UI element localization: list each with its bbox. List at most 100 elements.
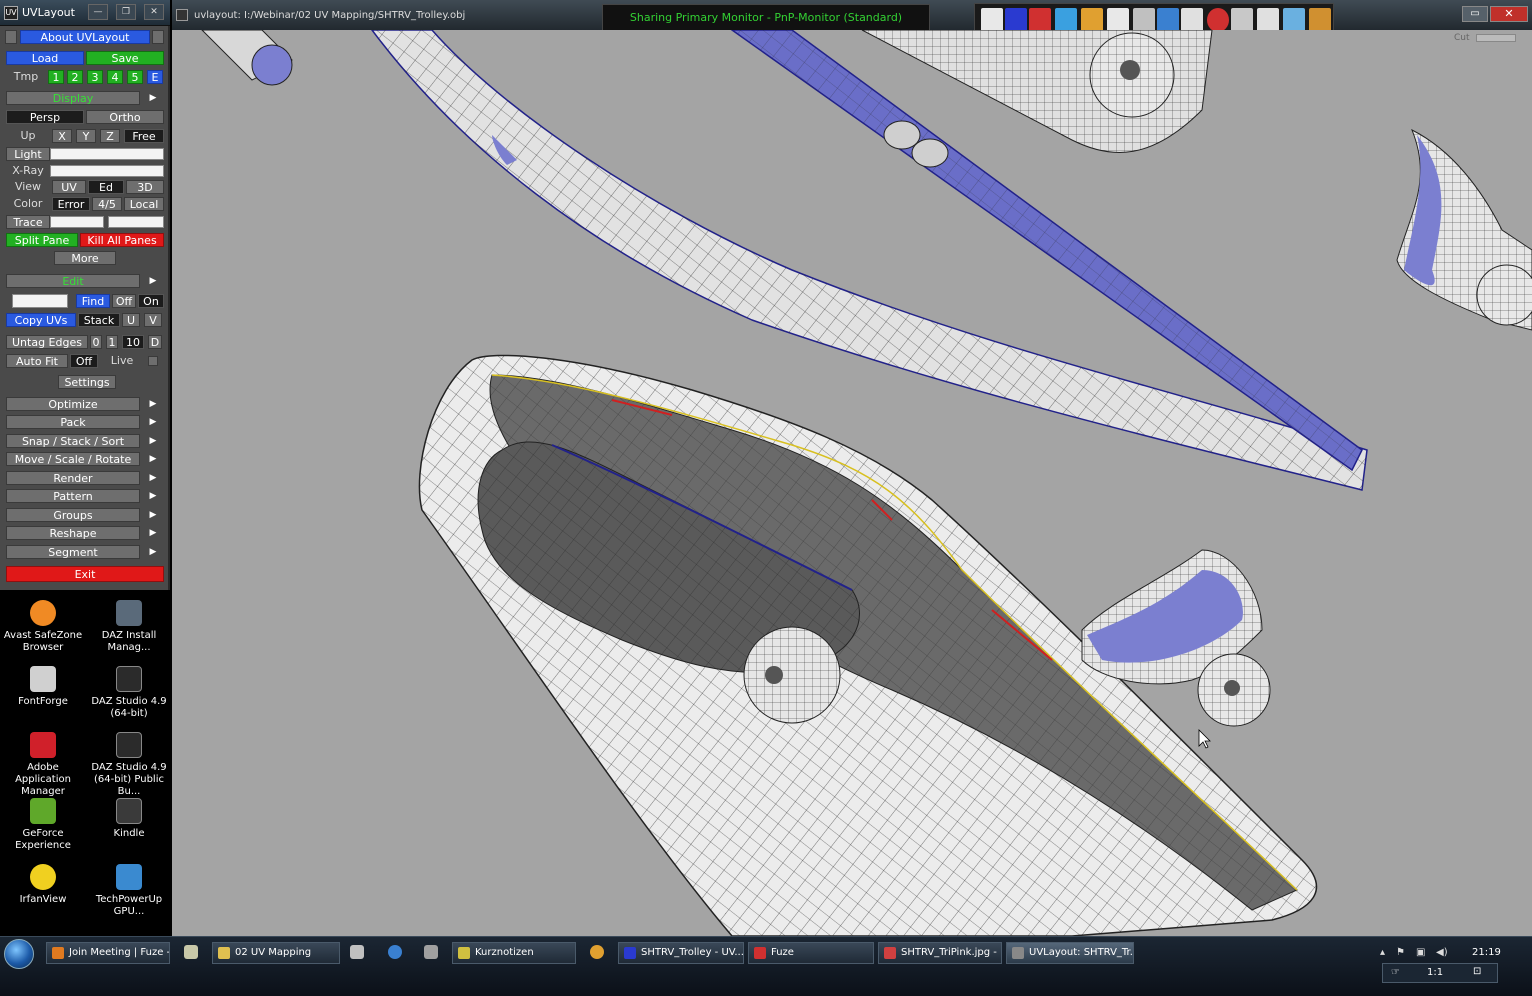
groups-expand-icon[interactable]: ▶ [147,508,159,522]
reshape-menu[interactable]: Reshape [6,526,140,540]
collapse-handle-left[interactable] [5,30,17,44]
untag-0-button[interactable]: 0 [90,335,102,349]
flag-icon[interactable]: ⚑ [1396,947,1405,958]
chrome-icon[interactable] [590,945,604,959]
quick-launch-icon-a[interactable] [350,945,364,959]
segment-menu[interactable]: Segment [6,545,140,559]
zoom-ratio[interactable]: 1:1 [1427,967,1443,978]
untag-10-button[interactable]: 10 [122,335,144,349]
u-button[interactable]: U [122,313,140,327]
desktop-icon-irfanview[interactable]: IrfanView [0,864,86,906]
marvelous-icon[interactable] [1133,8,1155,32]
pattern-menu[interactable]: Pattern [6,489,140,503]
optimize-menu[interactable]: Optimize [6,397,140,411]
up-x-button[interactable]: X [52,129,72,143]
untag-1-button[interactable]: 1 [106,335,118,349]
pack-expand-icon[interactable]: ▶ [147,415,159,429]
desktop-icon-geforce[interactable]: GeForce Experience [0,798,86,852]
tmp-slot-e-button[interactable]: E [147,70,163,84]
task-join-meeting[interactable]: Join Meeting | Fuze -... [46,942,170,964]
task-02-uv-mapping[interactable]: 02 UV Mapping [212,942,340,964]
desktop-icon-techpowerup[interactable]: TechPowerUp GPU... [86,864,172,918]
uv-tool-icon[interactable] [981,8,1003,32]
cut-field[interactable] [1476,34,1516,42]
kill-all-panes-button[interactable]: Kill All Panes [80,233,164,247]
pose-tool-icon[interactable] [1157,8,1179,32]
up-free-button[interactable]: Free [124,129,164,143]
pattern-expand-icon[interactable]: ▶ [147,489,159,503]
render-expand-icon[interactable]: ▶ [147,471,159,485]
reshape-expand-icon[interactable]: ▶ [147,526,159,540]
ortho-button[interactable]: Ortho [86,110,164,124]
tray-expand-icon[interactable]: ▴ [1380,947,1385,958]
desktop-icon-avast[interactable]: Avast SafeZone Browser [0,600,86,654]
show-desktop-icon[interactable] [184,945,198,959]
package-tool-icon[interactable] [1081,8,1103,32]
uvlayout-icon[interactable] [1005,8,1027,32]
light-button[interactable]: Light [6,147,50,161]
find-value-field[interactable] [12,294,68,308]
color-45-button[interactable]: 4/5 [92,197,122,211]
figure-tool-icon[interactable] [1029,8,1051,32]
document-tool-icon[interactable] [1181,8,1203,32]
fullscreen-icon[interactable]: ⊡ [1473,966,1481,977]
minimize-icon[interactable]: — [88,4,108,20]
save-button[interactable]: Save [86,51,164,65]
auto-fit-off-button[interactable]: Off [70,354,98,368]
image-tool-icon[interactable] [1283,8,1305,32]
tmp-slot-2-button[interactable]: 2 [67,70,83,84]
color-local-button[interactable]: Local [124,197,164,211]
snap-stack-sort-menu[interactable]: Snap / Stack / Sort [6,434,140,448]
display-section-button[interactable]: Display [6,91,140,105]
snap-expand-icon[interactable]: ▶ [147,434,159,448]
task-shtrv-tripink[interactable]: SHTRV_TriPink.jpg - ... [878,942,1002,964]
view-ed-button[interactable]: Ed [88,180,124,194]
quick-launch-icon-b[interactable] [388,945,402,959]
trace-slider-a[interactable] [50,216,104,228]
collapse-handle-right[interactable] [152,30,164,44]
close-icon[interactable]: ✕ [144,4,164,20]
task-shtrv-trolley-uv[interactable]: SHTRV_Trolley - UV... [618,942,744,964]
stack-button[interactable]: Stack [78,313,120,327]
untag-edges-button[interactable]: Untag Edges [6,335,88,349]
desktop-icon-kindle[interactable]: Kindle [86,798,172,840]
trace-slider-b[interactable] [108,216,164,228]
notes-tool-icon[interactable] [1257,8,1279,32]
live-checkbox[interactable] [148,356,158,366]
tmp-slot-5-button[interactable]: 5 [127,70,143,84]
v-button[interactable]: V [144,313,162,327]
find-button[interactable]: Find [76,294,110,308]
exit-button[interactable]: Exit [6,566,164,582]
find-on-button[interactable]: On [138,294,164,308]
color-error-button[interactable]: Error [52,197,90,211]
main-minimize-icon[interactable]: ▭ [1462,6,1488,22]
3d-viewport[interactable] [172,30,1532,936]
pack-menu[interactable]: Pack [6,415,140,429]
settings-button[interactable]: Settings [58,375,116,389]
volume-icon[interactable]: ◀) [1436,947,1448,958]
tmp-slot-1-button[interactable]: 1 [48,70,64,84]
up-z-button[interactable]: Z [100,129,120,143]
desktop-icon-daz-studio-public[interactable]: DAZ Studio 4.9 (64-bit) Public Bu... [86,732,172,798]
edit-section-button[interactable]: Edit [6,274,140,288]
copy-uvs-button[interactable]: Copy UVs [6,313,76,327]
zbrush-icon[interactable] [1107,8,1129,32]
desktop-icon-daz-studio[interactable]: DAZ Studio 4.9 (64-bit) [86,666,172,720]
light-slider[interactable] [50,148,164,160]
tool-window-titlebar[interactable]: UV UVLayout — ❐ ✕ [0,0,170,26]
display-expand-icon[interactable]: ▶ [147,91,159,105]
move-expand-icon[interactable]: ▶ [147,452,159,466]
quick-launch-icon-c[interactable] [424,945,438,959]
cube-tool-icon[interactable] [1055,8,1077,32]
untag-d-button[interactable]: D [148,335,162,349]
xray-slider[interactable] [50,165,164,177]
optimize-expand-icon[interactable]: ▶ [147,397,159,411]
groups-menu[interactable]: Groups [6,508,140,522]
persp-button[interactable]: Persp [6,110,84,124]
view-3d-button[interactable]: 3D [126,180,164,194]
split-pane-button[interactable]: Split Pane [6,233,78,247]
load-button[interactable]: Load [6,51,84,65]
render-menu[interactable]: Render [6,471,140,485]
paint-tool-icon[interactable] [1309,8,1331,32]
clock[interactable]: 21:19 [1472,947,1501,958]
